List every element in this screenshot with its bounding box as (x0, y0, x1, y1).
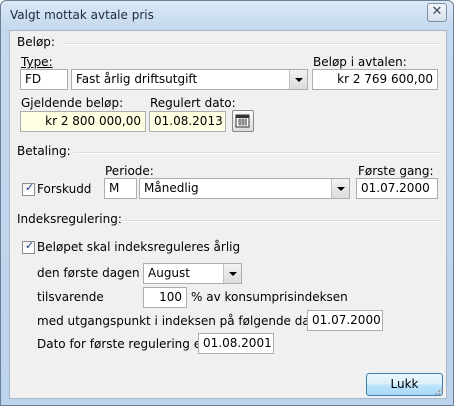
close-icon: ✕ (431, 4, 443, 19)
month-dropdown[interactable]: August (143, 263, 242, 284)
forste-regulering-date-field[interactable]: 01.08.2001 (198, 333, 274, 354)
group-label-indeksregulering: Indeksregulering: (17, 212, 122, 226)
periode-dropdown-value: Månedlig (144, 181, 199, 195)
chevron-down-icon (223, 264, 241, 283)
type-code-input[interactable]: FD (20, 69, 68, 90)
periode-label: Periode: (105, 164, 154, 178)
group-divider (120, 220, 440, 222)
gjeldende-belop-field[interactable]: kr 2 800 000,00 (20, 111, 146, 132)
utgangspunkt-label: med utgangspunkt i indeksen på følgende … (37, 314, 326, 328)
close-window-button[interactable]: ✕ (427, 3, 447, 22)
forste-dagen-label: den første dagen i (37, 266, 147, 280)
regulert-dato-field[interactable]: 01.08.2013 (149, 111, 226, 132)
indeksreguleres-label: Beløpet skal indeksreguleres årlig (37, 240, 241, 254)
resize-grip-icon[interactable] (434, 386, 444, 396)
type-label: Type: (21, 55, 53, 69)
forste-regulering-label: Dato for første regulering er: (37, 337, 210, 351)
group-label-betaling: Betaling: (17, 144, 71, 158)
dialog-window: Valgt mottak avtale pris ✕ Beløp: Type: … (0, 0, 454, 406)
belop-i-avtalen-label: Beløp i avtalen: (313, 55, 407, 69)
indeksreguleres-checkbox[interactable]: ✓ (22, 239, 35, 254)
chevron-down-icon (331, 179, 349, 198)
month-dropdown-value: August (148, 266, 190, 280)
utgangspunkt-date-field[interactable]: 01.07.2000 (307, 310, 383, 331)
type-dropdown-value: Fast årlig driftsutgift (76, 72, 198, 86)
forste-gang-field[interactable]: 01.07.2000 (356, 178, 438, 199)
check-mark-icon: ✓ (25, 181, 35, 194)
window-title: Valgt mottak avtale pris (10, 8, 154, 22)
lukk-button[interactable]: Lukk (366, 373, 443, 396)
gjeldende-belop-label: Gjeldende beløp: (21, 96, 124, 110)
dialog-body: Beløp: Type: FD Fast årlig driftsutgift … (9, 30, 447, 399)
calendar-button[interactable] (232, 110, 254, 132)
calendar-icon (235, 114, 250, 128)
group-label-belop: Beløp: (17, 35, 55, 49)
group-divider (64, 43, 440, 45)
group-divider (74, 152, 440, 154)
percent-suffix-label: % av konsumprisindeksen (191, 290, 348, 304)
forste-gang-label: Første gang: (358, 164, 434, 178)
periode-code-input[interactable]: M (104, 178, 137, 199)
periode-dropdown[interactable]: Månedlig (139, 178, 350, 199)
type-dropdown[interactable]: Fast årlig driftsutgift (71, 69, 308, 90)
check-mark-icon: ✓ (25, 239, 35, 252)
regulert-dato-label: Regulert dato: (150, 96, 236, 110)
forskudd-label: Forskudd (37, 182, 92, 196)
forskudd-checkbox[interactable]: ✓ (22, 181, 35, 196)
tilsvarende-label: tilsvarende (37, 290, 104, 304)
title-bar[interactable]: Valgt mottak avtale pris ✕ (1, 1, 453, 29)
percent-field[interactable]: 100 (143, 287, 187, 308)
chevron-down-icon (289, 70, 307, 89)
belop-i-avtalen-field[interactable]: kr 2 769 600,00 (312, 69, 438, 90)
